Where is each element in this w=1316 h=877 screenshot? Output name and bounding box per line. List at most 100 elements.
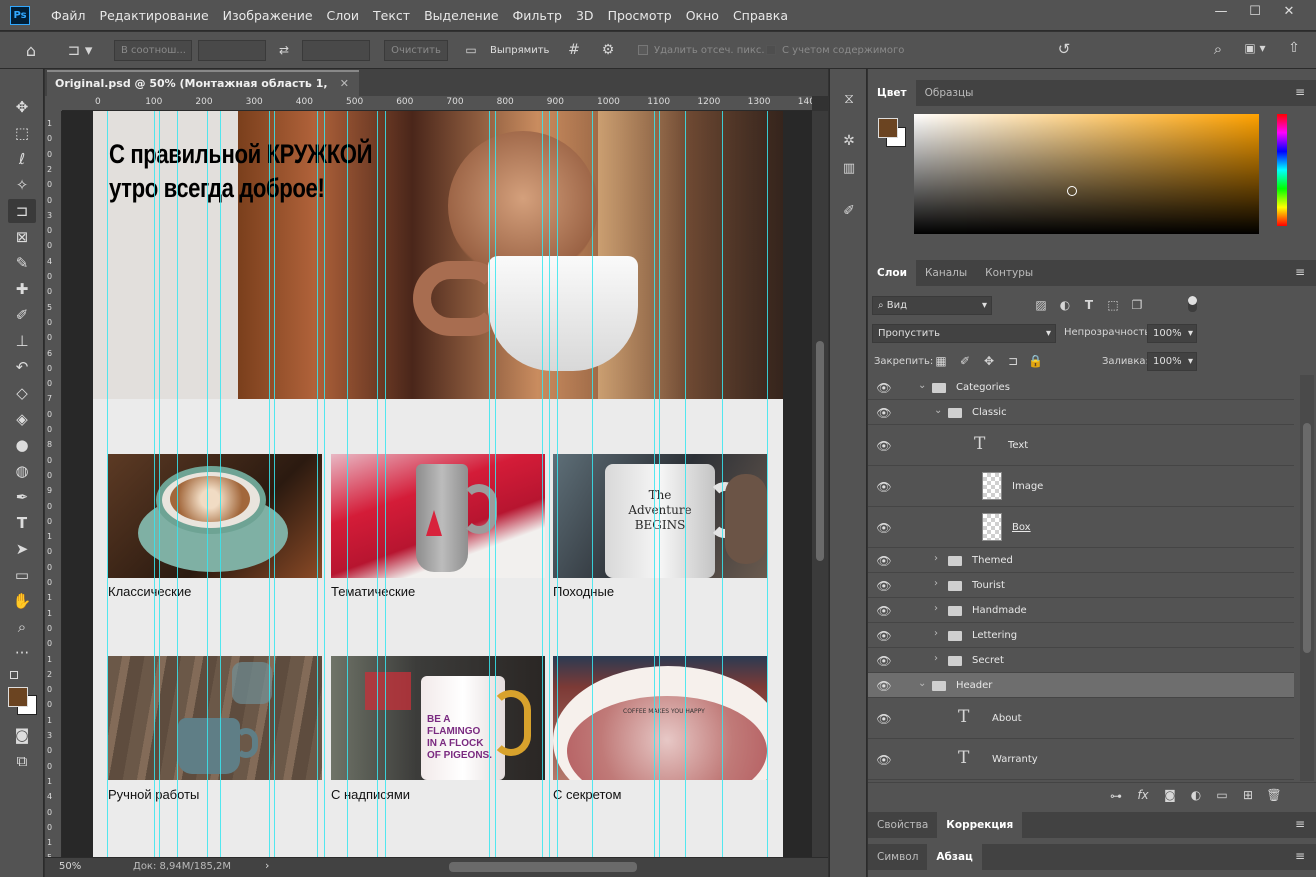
canvas-vertical-scrollbar[interactable]: [812, 111, 828, 857]
add-mask-icon[interactable]: ◙: [1162, 788, 1178, 802]
blur-tool-icon[interactable]: ●: [8, 433, 36, 457]
ratio-width-input[interactable]: [198, 40, 266, 61]
default-colors-icon[interactable]: [10, 671, 18, 679]
opacity-input[interactable]: 100% ▾: [1147, 324, 1197, 343]
foreground-color-swatch[interactable]: [8, 687, 28, 707]
layers-menu-icon[interactable]: ≡: [1292, 265, 1308, 279]
layer-row[interactable]: 👁 ⌄ Classic: [868, 400, 1294, 425]
layer-row[interactable]: 👁 T Text: [868, 425, 1294, 466]
share-icon[interactable]: ⇧: [1282, 40, 1306, 56]
color-picker-ring[interactable]: [1067, 186, 1077, 196]
visibility-eye-icon[interactable]: 👁: [876, 406, 892, 420]
color-field[interactable]: [914, 114, 1259, 234]
brush-tool-icon[interactable]: ✐: [8, 303, 36, 327]
menu-help[interactable]: Справка: [726, 0, 795, 31]
collapse-chevron-icon[interactable]: ⌄: [918, 380, 926, 391]
visibility-eye-icon[interactable]: 👁: [876, 579, 892, 593]
visibility-eye-icon[interactable]: 👁: [876, 629, 892, 643]
straighten-icon[interactable]: ▭: [462, 43, 480, 57]
type-tool-icon[interactable]: T: [8, 511, 36, 535]
eraser-tool-icon[interactable]: ◇: [8, 381, 36, 405]
layer-row[interactable]: 👁 Image: [868, 466, 1294, 507]
home-icon[interactable]: ⌂: [18, 41, 44, 60]
layer-filter-select[interactable]: ⌕ Вид ▾: [872, 296, 992, 315]
tab-swatches[interactable]: Образцы: [916, 80, 983, 106]
gear-icon[interactable]: ⚙: [598, 42, 618, 58]
layer-row[interactable]: 👁 › Tourist: [868, 573, 1294, 598]
layer-row[interactable]: 👁 › Themed: [868, 548, 1294, 573]
filter-smart-object-icon[interactable]: ❐: [1130, 298, 1144, 312]
minimize-button[interactable]: —: [1204, 0, 1238, 24]
lock-artboard-icon[interactable]: ⊐: [1006, 354, 1020, 368]
visibility-eye-icon[interactable]: 👁: [876, 604, 892, 618]
tab-paths[interactable]: Контуры: [976, 260, 1042, 286]
tab-character[interactable]: Символ: [868, 844, 927, 870]
expand-chevron-icon[interactable]: ›: [934, 553, 938, 564]
filter-pixel-icon[interactable]: ▨: [1034, 298, 1048, 312]
menu-3d[interactable]: 3D: [569, 0, 601, 31]
visibility-eye-icon[interactable]: 👁: [876, 679, 892, 693]
hand-tool-icon[interactable]: ✋: [8, 589, 36, 613]
layer-row[interactable]: 👁 T About: [868, 698, 1294, 739]
delete-layer-icon[interactable]: 🗑: [1266, 788, 1282, 802]
paint-bucket-tool-icon[interactable]: ◈: [8, 407, 36, 431]
ratio-height-input[interactable]: [302, 40, 370, 61]
filter-adjustment-icon[interactable]: ◐: [1058, 298, 1072, 312]
new-group-icon[interactable]: ▭: [1214, 788, 1230, 802]
histogram-panel-icon[interactable]: ▥: [838, 161, 860, 176]
navigator-panel-icon[interactable]: ✲: [838, 133, 860, 149]
eyedropper-tool-icon[interactable]: ✎: [8, 251, 36, 275]
filter-type-icon[interactable]: T: [1082, 298, 1096, 312]
fx-icon[interactable]: fx: [1134, 788, 1152, 802]
visibility-eye-icon[interactable]: 👁: [876, 712, 892, 726]
crop-tool-preset-icon[interactable]: ⊐ ▾: [60, 41, 100, 59]
grid-overlay-icon[interactable]: #: [564, 42, 584, 58]
menu-image[interactable]: Изображение: [216, 0, 320, 31]
rectangle-tool-icon[interactable]: ▭: [8, 563, 36, 587]
visibility-eye-icon[interactable]: 👁: [876, 381, 892, 395]
path-selection-tool-icon[interactable]: ➤: [8, 537, 36, 561]
lock-pixels-icon[interactable]: ✐: [958, 354, 972, 368]
tab-properties[interactable]: Свойства: [868, 812, 937, 838]
visibility-eye-icon[interactable]: 👁: [876, 554, 892, 568]
menu-type[interactable]: Текст: [366, 0, 417, 31]
menu-edit[interactable]: Редактирование: [93, 0, 216, 31]
layer-row[interactable]: 👁 Box: [868, 507, 1294, 548]
healing-brush-tool-icon[interactable]: ✚: [8, 277, 36, 301]
content-aware-checkbox[interactable]: [766, 45, 776, 55]
screen-mode-icon[interactable]: ⧉: [8, 749, 36, 773]
tab-paragraph[interactable]: Абзац: [927, 844, 982, 870]
link-layers-icon[interactable]: ⊶: [1108, 789, 1124, 803]
adjustment-layer-icon[interactable]: ◐: [1188, 788, 1204, 802]
clear-button[interactable]: Очистить: [384, 40, 448, 61]
tab-color[interactable]: Цвет: [868, 80, 916, 106]
status-menu-arrow-icon[interactable]: ›: [265, 859, 269, 872]
blend-mode-select[interactable]: Пропустить ▾: [872, 324, 1056, 343]
close-window-button[interactable]: ✕: [1272, 0, 1306, 24]
expand-chevron-icon[interactable]: ›: [934, 653, 938, 664]
visibility-eye-icon[interactable]: 👁: [876, 654, 892, 668]
crop-tool-icon[interactable]: ⊐: [8, 199, 36, 223]
zoom-tool-icon[interactable]: ⌕: [8, 615, 36, 639]
lock-all-icon[interactable]: 🔒: [1028, 354, 1043, 368]
pen-tool-icon[interactable]: ✒: [8, 485, 36, 509]
more-tools-icon[interactable]: ···: [8, 641, 36, 665]
history-brush-tool-icon[interactable]: ↶: [8, 355, 36, 379]
layer-row[interactable]: 👁 › Handmade: [868, 598, 1294, 623]
vertical-ruler[interactable]: 1 0 0 2 0 0 3 0 0 4 0 0 5 0 0 6 0 0 7 0 0 8 0 0 9 0 0 1 0 0 0 1 1 0 0 1 2 0 0 1…: [45, 111, 62, 857]
brush-settings-icon[interactable]: ✐: [838, 203, 860, 219]
lasso-tool-icon[interactable]: ℓ: [8, 147, 36, 171]
frame-tool-icon[interactable]: ⊠: [8, 225, 36, 249]
visibility-eye-icon[interactable]: 👁: [876, 439, 892, 453]
color-fg-swatch[interactable]: [878, 118, 898, 138]
filter-shape-icon[interactable]: ⬚: [1106, 298, 1120, 312]
menu-window[interactable]: Окно: [679, 0, 726, 31]
search-icon[interactable]: ⌕: [1206, 40, 1230, 58]
collapse-chevron-icon[interactable]: ⌄: [934, 405, 942, 416]
horizontal-scroll-thumb[interactable]: [449, 862, 637, 872]
lock-transparency-icon[interactable]: ▦: [934, 354, 948, 368]
tab-channels[interactable]: Каналы: [916, 260, 976, 286]
filter-toggle[interactable]: [1188, 296, 1197, 312]
new-layer-icon[interactable]: ⊞: [1240, 788, 1256, 802]
paragraph-menu-icon[interactable]: ≡: [1292, 849, 1308, 863]
